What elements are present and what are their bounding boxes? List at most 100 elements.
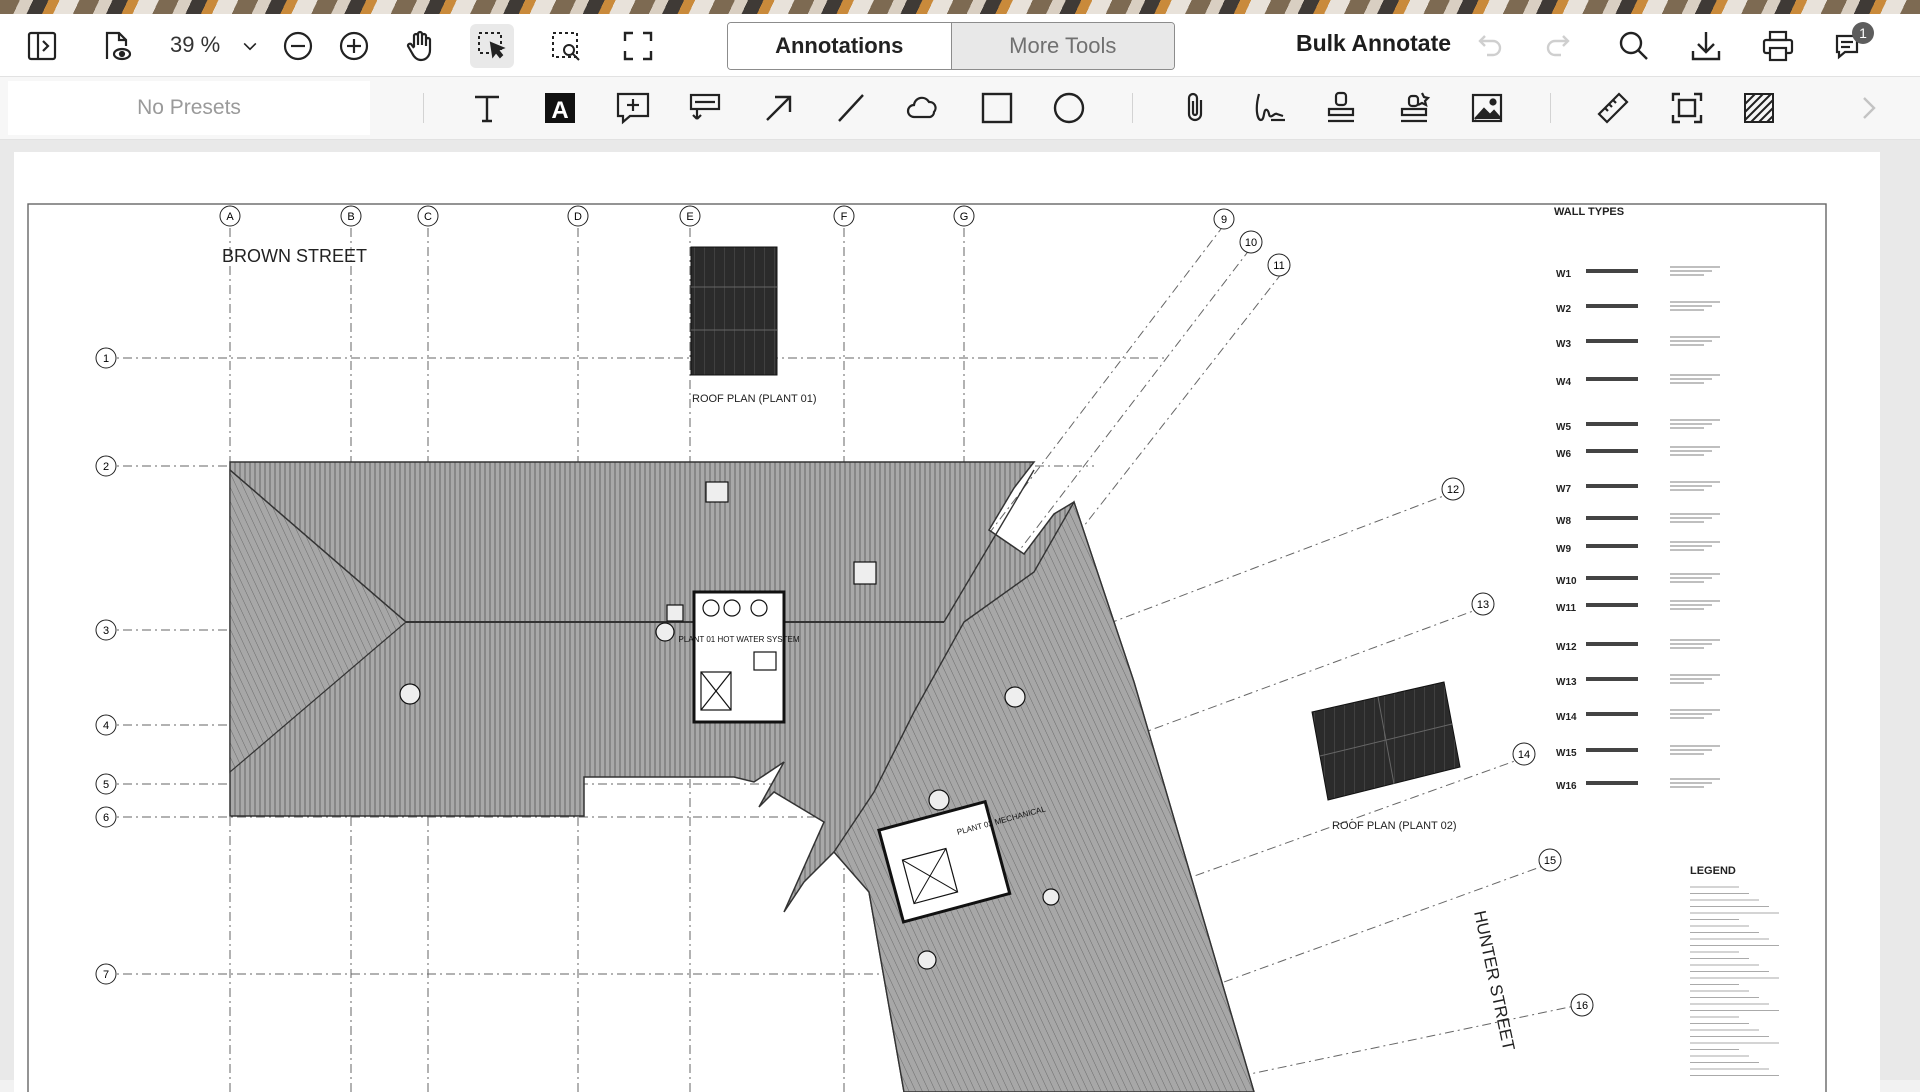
document-viewer[interactable]: PLANT 01 HOT WATER SYSTEM PLANT 02 MECHA… bbox=[0, 140, 1920, 1092]
wall-type-id: W6 bbox=[1556, 449, 1571, 460]
solar-panel-plant01 bbox=[690, 246, 778, 376]
grid-label-4: 4 bbox=[103, 720, 109, 732]
wall-type-id: W8 bbox=[1556, 516, 1571, 527]
grid-label-16: 16 bbox=[1576, 1000, 1588, 1012]
wall-type-hatch-swatch bbox=[1586, 377, 1638, 381]
toolbar-divider bbox=[1550, 93, 1551, 123]
wall-type-id: W15 bbox=[1556, 748, 1577, 759]
callout-tool-icon[interactable] bbox=[682, 85, 728, 131]
plant02-caption: ROOF PLAN (PLANT 02) bbox=[1332, 820, 1457, 832]
wall-type-id: W1 bbox=[1556, 269, 1571, 280]
cloud-tool-icon[interactable] bbox=[900, 85, 946, 131]
grid-label-c: C bbox=[424, 211, 432, 223]
grid-label-13: 13 bbox=[1477, 599, 1489, 611]
grid-label-7: 7 bbox=[103, 969, 109, 981]
toolbar-divider bbox=[423, 93, 424, 123]
stamp-icon[interactable] bbox=[1318, 85, 1364, 131]
wall-type-id: W13 bbox=[1556, 677, 1577, 688]
wall-type-hatch-swatch bbox=[1586, 269, 1638, 273]
zoom-dropdown-chevron-icon[interactable] bbox=[230, 24, 270, 68]
wall-type-hatch-swatch bbox=[1586, 781, 1638, 785]
bulk-annotate-button[interactable]: Bulk Annotate bbox=[1296, 30, 1451, 57]
zoom-out-icon[interactable] bbox=[276, 24, 320, 68]
wall-type-id: W5 bbox=[1556, 422, 1571, 433]
file-view-icon[interactable] bbox=[94, 24, 138, 68]
wall-types-title: WALL TYPES bbox=[1554, 206, 1624, 218]
fullscreen-icon[interactable] bbox=[616, 24, 660, 68]
wall-type-hatch-swatch bbox=[1586, 677, 1638, 681]
street-label-east: HUNTER STREET bbox=[1470, 909, 1518, 1052]
grid-label-5: 5 bbox=[103, 779, 109, 791]
print-icon[interactable] bbox=[1756, 24, 1800, 68]
wall-type-id: W12 bbox=[1556, 642, 1577, 653]
hatch-pattern-icon[interactable] bbox=[1736, 85, 1782, 131]
area-measure-icon[interactable] bbox=[1664, 85, 1710, 131]
wall-type-hatch-swatch bbox=[1586, 449, 1638, 453]
grid-label-1: 1 bbox=[103, 353, 109, 365]
legend-list bbox=[1690, 886, 1779, 1076]
wall-type-hatch-swatch bbox=[1586, 712, 1638, 716]
undo-icon[interactable] bbox=[1466, 24, 1510, 68]
grid-label-2: 2 bbox=[103, 461, 109, 473]
measure-ruler-icon[interactable] bbox=[1590, 85, 1636, 131]
grid-bubbles-letters: A B C D E F G bbox=[219, 205, 975, 227]
download-icon[interactable] bbox=[1684, 24, 1728, 68]
image-tool-icon[interactable] bbox=[1464, 85, 1510, 131]
grid-label-g: G bbox=[960, 211, 969, 223]
signature-icon[interactable] bbox=[1246, 85, 1292, 131]
wall-type-id: W9 bbox=[1556, 544, 1571, 555]
line-tool-icon[interactable] bbox=[828, 85, 874, 131]
text-box-tool-icon[interactable]: A bbox=[537, 85, 583, 131]
toolbar-divider bbox=[1132, 93, 1133, 123]
svg-text:A: A bbox=[551, 97, 568, 124]
grid-label-9: 9 bbox=[1221, 214, 1227, 226]
wall-type-hatch-swatch bbox=[1586, 304, 1638, 308]
tab-annotations[interactable]: Annotations bbox=[728, 23, 952, 69]
add-comment-icon[interactable] bbox=[610, 85, 656, 131]
presets-dropdown[interactable]: No Presets bbox=[8, 81, 370, 135]
grid-label-10: 10 bbox=[1245, 237, 1257, 249]
tab-more-tools[interactable]: More Tools bbox=[951, 23, 1174, 69]
arrow-tool-icon[interactable] bbox=[756, 85, 802, 131]
grid-label-6: 6 bbox=[103, 812, 109, 824]
zoom-level: 39 % bbox=[170, 32, 221, 57]
wall-type-hatch-swatch bbox=[1586, 516, 1638, 520]
wall-type-hatch-swatch bbox=[1586, 748, 1638, 752]
custom-stamp-icon[interactable] bbox=[1392, 85, 1438, 131]
attachment-icon[interactable] bbox=[1172, 85, 1218, 131]
wall-type-id: W10 bbox=[1556, 576, 1577, 587]
ellipse-tool-icon[interactable] bbox=[1046, 85, 1092, 131]
search-icon[interactable] bbox=[1612, 24, 1656, 68]
zoom-in-icon[interactable] bbox=[332, 24, 376, 68]
wall-type-hatch-swatch bbox=[1586, 339, 1638, 343]
annotation-toolbar: No Presets A bbox=[0, 77, 1920, 140]
top-toolbar: 39 % Annotations More Tools Bulk Annotat… bbox=[0, 14, 1920, 77]
grid-label-12: 12 bbox=[1447, 484, 1459, 496]
wall-types-schedule: W1 W2 W3 W4 W5 W6 W7 W8 W9 W10 W11 W12 W13 W14 W15 W16 bbox=[1556, 266, 1720, 792]
grid-label-15: 15 bbox=[1544, 855, 1556, 867]
wall-type-hatch-swatch bbox=[1586, 544, 1638, 548]
grid-label-a: A bbox=[226, 211, 234, 223]
sidebar-toggle-icon[interactable] bbox=[20, 24, 64, 68]
wall-type-id: W11 bbox=[1556, 603, 1576, 614]
text-tool-icon[interactable] bbox=[464, 85, 510, 131]
grid-label-b: B bbox=[347, 211, 354, 223]
redo-icon[interactable] bbox=[1538, 24, 1582, 68]
grid-label-f: F bbox=[841, 211, 848, 223]
wall-type-id: W7 bbox=[1556, 484, 1571, 495]
mode-tabs: Annotations More Tools bbox=[727, 22, 1175, 70]
plant01-label: PLANT 01 HOT WATER SYSTEM bbox=[678, 635, 799, 644]
rectangle-tool-icon[interactable] bbox=[974, 85, 1020, 131]
grid-bubbles-diagonal: 9 10 11 12 13 14 15 16 bbox=[1213, 208, 1594, 1017]
pdf-page: PLANT 01 HOT WATER SYSTEM PLANT 02 MECHA… bbox=[14, 152, 1880, 1092]
wall-type-hatch-swatch bbox=[1586, 576, 1638, 580]
pan-hand-icon[interactable] bbox=[398, 24, 442, 68]
select-tool-icon[interactable] bbox=[470, 24, 514, 68]
toolbar-next-chevron-icon[interactable] bbox=[1846, 85, 1892, 131]
wall-type-id: W3 bbox=[1556, 339, 1571, 350]
marquee-zoom-icon[interactable] bbox=[544, 24, 588, 68]
wall-type-id: W14 bbox=[1556, 712, 1577, 723]
wall-type-hatch-swatch bbox=[1586, 484, 1638, 488]
grid-label-11: 11 bbox=[1273, 260, 1284, 272]
legend-title: LEGEND bbox=[1690, 865, 1736, 877]
